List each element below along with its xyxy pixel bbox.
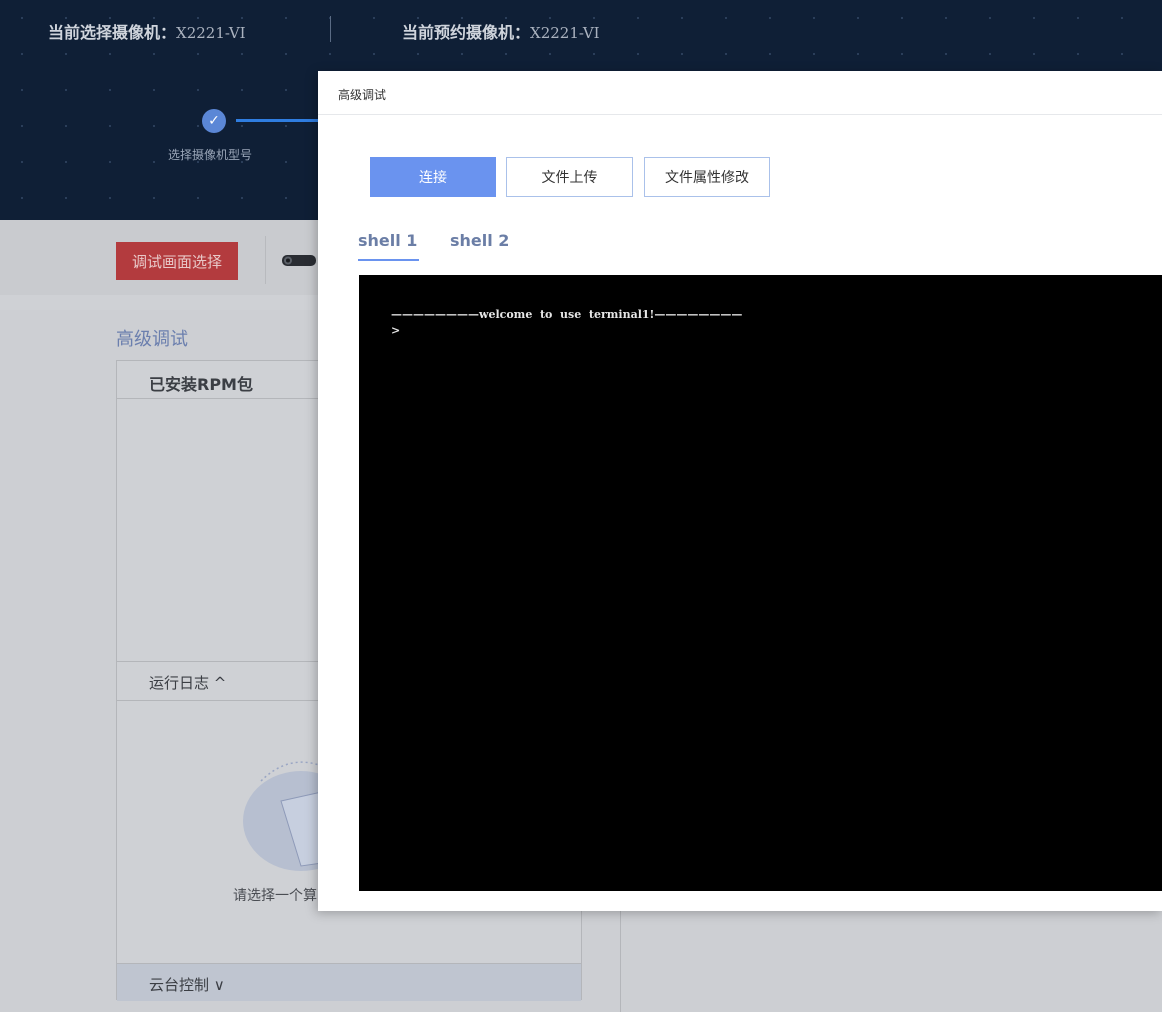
- current-selected-label: 当前选择摄像机：: [48, 23, 177, 42]
- empty-state-text: 请选择一个算: [233, 888, 317, 904]
- active-tab-indicator: [358, 259, 419, 261]
- current-selected-value: X2221-VI: [176, 24, 246, 42]
- debug-view-select-button[interactable]: 调试画面选择: [116, 242, 238, 280]
- modal-title: 高级调试: [338, 88, 387, 102]
- tab-shell-1[interactable]: shell 1: [358, 231, 417, 250]
- current-reserved-camera: 当前预约摄像机：X2221-VI: [402, 19, 600, 43]
- log-title: 运行日志 ^: [149, 674, 227, 692]
- rpm-title: 已安装RPM包: [149, 375, 253, 394]
- ptz-title: 云台控制 ∨: [149, 976, 225, 994]
- header-separator: [330, 16, 331, 42]
- tab-shell-2[interactable]: shell 2: [450, 231, 509, 250]
- file-upload-button[interactable]: 文件上传: [506, 157, 633, 197]
- ptz-header[interactable]: 云台控制 ∨: [117, 963, 581, 1001]
- step-check-icon: ✓: [202, 109, 226, 133]
- step-label: 选择摄像机型号: [168, 148, 253, 162]
- step-progress-line: [236, 119, 320, 122]
- terminal-prompt: >: [391, 324, 401, 337]
- connect-button[interactable]: 连接: [370, 157, 496, 197]
- current-reserved-label: 当前预约摄像机：: [402, 23, 531, 42]
- terminal-line: ————————welcome to use terminal1!———————…: [391, 308, 743, 321]
- right-panel-divider: [620, 910, 621, 1012]
- section-title: 高级调试: [116, 329, 188, 350]
- current-selected-camera: 当前选择摄像机：X2221-VI: [48, 19, 246, 43]
- camera-thumbnail-icon[interactable]: [280, 250, 318, 270]
- file-attr-modify-button[interactable]: 文件属性修改: [644, 157, 770, 197]
- current-reserved-value: X2221-VI: [530, 24, 600, 42]
- terminal-console[interactable]: ————————welcome to use terminal1!———————…: [359, 275, 1162, 891]
- modal-header: 高级调试: [318, 71, 1162, 115]
- toolbar-divider: [265, 236, 266, 284]
- advanced-debug-modal: 高级调试 连接 文件上传 文件属性修改 shell 1 shell 2 ————…: [318, 71, 1162, 911]
